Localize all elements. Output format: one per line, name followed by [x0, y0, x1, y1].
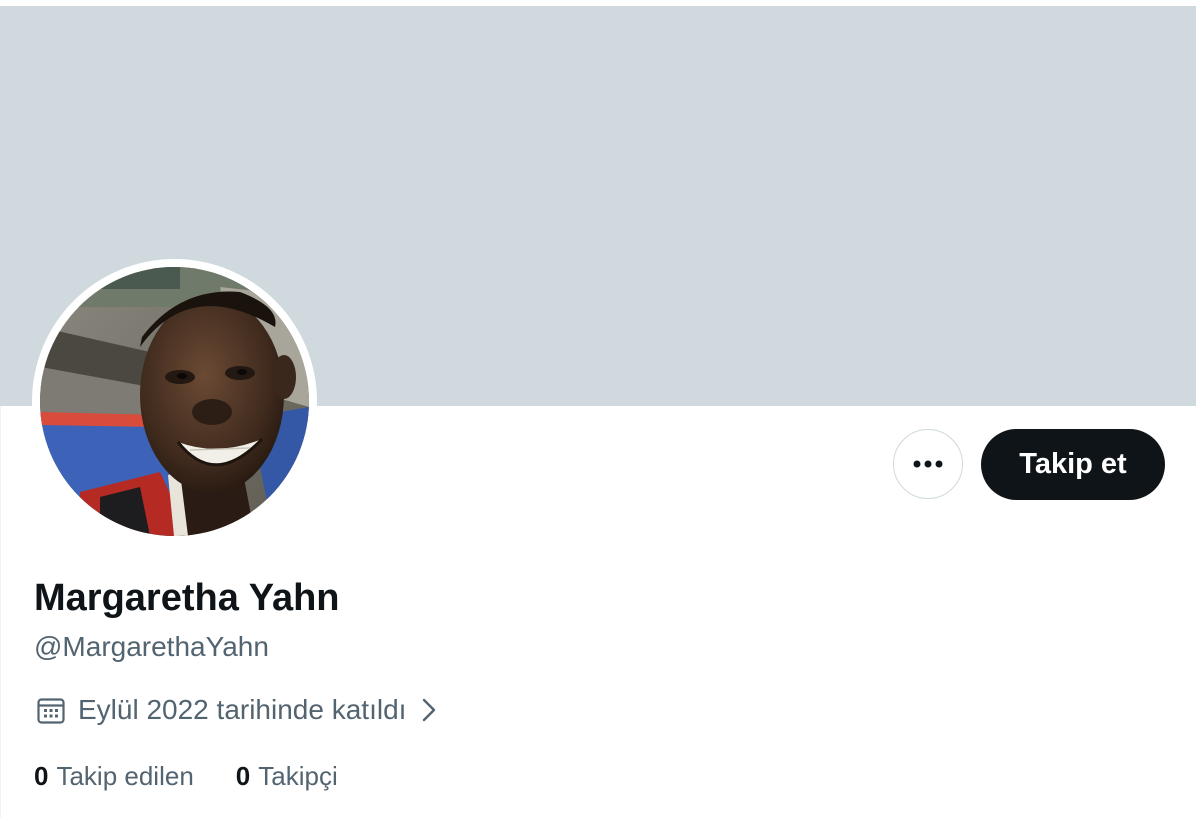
- following-label: Takip edilen: [56, 760, 194, 791]
- follow-button[interactable]: Takip et: [981, 429, 1165, 500]
- avatar[interactable]: [40, 267, 309, 536]
- profile-page: Takip et Margaretha Yahn @MargarethaYahn…: [0, 0, 1196, 818]
- column-border: [0, 406, 1, 818]
- join-date-row[interactable]: Eylül 2022 tarihinde katıldı: [36, 690, 440, 730]
- following-count: 0: [34, 760, 49, 791]
- followers-count: 0: [235, 760, 251, 791]
- chevron-right-icon: [423, 698, 436, 722]
- ellipsis-icon: [913, 460, 943, 468]
- follow-stats: 0 Takip edilen 0 Takipçi: [34, 756, 338, 796]
- followers-link[interactable]: 0 Takipçi: [236, 761, 338, 792]
- profile-display-name: Margaretha Yahn: [34, 577, 340, 619]
- followers-label: Takipçi: [258, 760, 338, 791]
- more-options-button[interactable]: [893, 429, 963, 499]
- avatar-photo: [40, 267, 309, 536]
- join-date-text: Eylül 2022 tarihinde katıldı: [78, 694, 407, 725]
- following-link[interactable]: 0 Takip edilen: [34, 761, 194, 792]
- calendar-icon: [37, 698, 65, 724]
- profile-handle: @MargarethaYahn: [34, 631, 269, 662]
